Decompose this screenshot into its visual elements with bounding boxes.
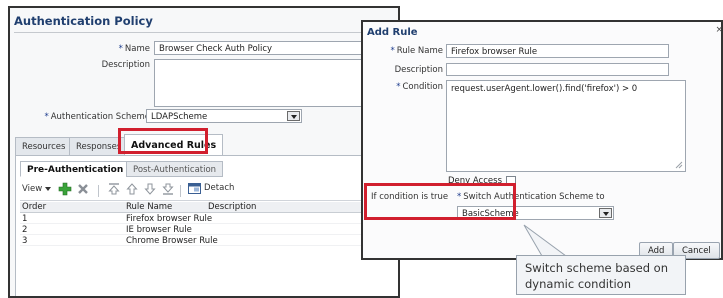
- view-menu-label: View: [22, 184, 43, 194]
- column-header-rule-name[interactable]: Rule Name: [126, 202, 172, 212]
- title-divider: [14, 32, 396, 33]
- move-down-icon[interactable]: [144, 183, 156, 195]
- move-up-icon[interactable]: [126, 183, 138, 195]
- chevron-down-icon[interactable]: [287, 111, 300, 121]
- row-order: 1: [22, 214, 28, 224]
- advanced-rules-highlight: [118, 128, 208, 154]
- row-order: 3: [22, 236, 28, 246]
- table-row[interactable]: 1 Firefox browser Rule: [20, 214, 395, 224]
- view-menu[interactable]: View: [22, 184, 52, 194]
- condition-expression: request.userAgent.lower().find('firefox'…: [451, 84, 638, 94]
- delete-icon[interactable]: [77, 183, 89, 195]
- row-order: 2: [22, 225, 28, 235]
- rules-table-header: Order Rule Name Description: [20, 202, 395, 213]
- detach-icon: [188, 183, 201, 194]
- page-title: Authentication Policy: [14, 14, 153, 28]
- row-rule-name: Firefox browser Rule: [126, 214, 213, 224]
- resize-grip-icon: [675, 161, 683, 169]
- table-row[interactable]: 2 IE browser Rule: [20, 225, 395, 235]
- callout-pointer: [523, 224, 568, 257]
- rule-description-label: Description: [394, 65, 443, 75]
- detach-label: Detach: [204, 183, 235, 193]
- advanced-rules-panel: Pre-Authentication Post-Authentication V…: [15, 155, 398, 296]
- tab-post-authentication[interactable]: Post-Authentication: [126, 161, 224, 177]
- column-header-order[interactable]: Order: [22, 202, 46, 212]
- column-header-description[interactable]: Description: [208, 202, 256, 212]
- rule-description-field[interactable]: [446, 63, 669, 76]
- move-top-icon[interactable]: [108, 183, 120, 195]
- condition-field[interactable]: request.userAgent.lower().find('firefox'…: [446, 80, 686, 172]
- description-field[interactable]: [154, 59, 396, 107]
- description-label: Description: [101, 60, 150, 70]
- chevron-down-icon[interactable]: [599, 208, 612, 218]
- row-rule-name: Chrome Browser Rule: [126, 236, 218, 246]
- callout-note: Switch scheme based on dynamic condition: [516, 255, 686, 295]
- authentication-scheme-label: * Authentication Scheme: [44, 112, 150, 122]
- close-icon[interactable]: ×: [715, 25, 723, 35]
- chevron-down-icon: [45, 187, 52, 191]
- tab-pre-authentication[interactable]: Pre-Authentication: [20, 161, 131, 177]
- authentication-scheme-value: LDAPScheme: [151, 112, 208, 122]
- condition-label: * Condition: [396, 82, 443, 92]
- name-label: * Name: [118, 44, 150, 54]
- authentication-scheme-select[interactable]: LDAPScheme: [146, 109, 302, 123]
- dialog-title: Add Rule: [367, 27, 418, 38]
- rule-name-field[interactable]: Firefox browser Rule: [446, 44, 669, 58]
- toolbar-separator: [180, 185, 181, 197]
- move-bottom-icon[interactable]: [162, 183, 174, 195]
- tab-resources[interactable]: Resources: [15, 137, 73, 155]
- table-row[interactable]: 3 Chrome Browser Rule: [20, 236, 395, 246]
- add-icon[interactable]: [58, 182, 72, 196]
- rule-name-label: * Rule Name: [390, 46, 443, 56]
- row-rule-name: IE browser Rule: [126, 225, 192, 235]
- rules-toolbar: View Detach: [20, 181, 395, 201]
- detach-button[interactable]: Detach: [188, 182, 234, 194]
- switch-scheme-highlight: [364, 183, 516, 220]
- toolbar-separator: [98, 185, 99, 197]
- name-field[interactable]: Browser Check Auth Policy: [154, 41, 396, 55]
